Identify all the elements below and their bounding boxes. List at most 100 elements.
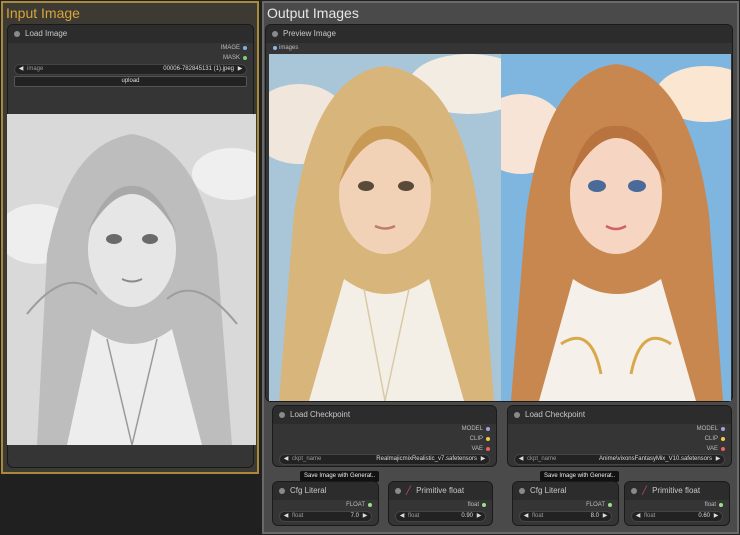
output-float[interactable]: float: [468, 500, 486, 510]
output-float[interactable]: float: [705, 500, 723, 510]
arrow-left-icon[interactable]: ◀: [521, 512, 531, 521]
output-image-anime[interactable]: [501, 54, 731, 401]
output-pin-icon[interactable]: [608, 503, 612, 507]
input-label: images: [279, 45, 299, 51]
load-checkpoint-node-1[interactable]: Load Checkpoint MODEL CLIP VAE ◀ ckpt_na…: [272, 405, 497, 467]
widget-value: 0.90: [461, 513, 473, 519]
output-float[interactable]: FLOAT: [346, 500, 372, 510]
node-header[interactable]: Cfg Literal: [273, 482, 378, 500]
arrow-left-icon[interactable]: ◀: [633, 512, 643, 521]
node-title: Load Checkpoint: [525, 410, 586, 419]
primitive-float-node-2[interactable]: ╱ Primitive float float ◀ float 0.60 ▶: [624, 481, 730, 526]
widget-name: ckpt_name: [527, 456, 557, 462]
group-title: Output Images: [267, 5, 359, 21]
node-title: Cfg Literal: [290, 486, 327, 495]
output-label: float: [467, 502, 479, 508]
output-mask[interactable]: MASK: [223, 53, 247, 63]
arrow-left-icon[interactable]: ◀: [397, 512, 407, 521]
output-label: MODEL: [696, 426, 718, 432]
widget-value: 0.60: [698, 513, 710, 519]
node-header[interactable]: ╱ Primitive float: [625, 482, 729, 500]
output-vae[interactable]: VAE: [706, 444, 725, 454]
image-combo[interactable]: ◀ image 00006-782845131 (1).jpeg ▶: [14, 64, 247, 75]
node-header[interactable]: Preview Image: [266, 25, 732, 43]
arrow-right-icon[interactable]: ▶: [600, 512, 610, 521]
output-pin-icon[interactable]: [721, 427, 725, 431]
collapse-dot-icon[interactable]: [514, 412, 520, 418]
collapse-dot-icon[interactable]: [631, 488, 637, 494]
output-pin-icon[interactable]: [719, 503, 723, 507]
ckpt-name-combo[interactable]: ◀ ckpt_name RealmajicmixRealistic_v7.saf…: [279, 454, 490, 465]
widget-name: float: [408, 513, 420, 519]
sketch-portrait-image: [7, 114, 256, 445]
output-label: VAE: [706, 446, 718, 452]
float-number-widget[interactable]: ◀ float 0.90 ▶: [395, 511, 486, 522]
arrow-left-icon[interactable]: ◀: [281, 455, 291, 464]
float-number-widget[interactable]: ◀ float 7.0 ▶: [279, 511, 372, 522]
node-header[interactable]: Cfg Literal: [513, 482, 618, 500]
primitive-float-node-1[interactable]: ╱ Primitive float float ◀ float 0.90 ▶: [388, 481, 493, 526]
arrow-left-icon[interactable]: ◀: [16, 65, 26, 74]
cfg-literal-node-2[interactable]: Cfg Literal FLOAT ◀ float 8.0 ▶: [512, 481, 619, 526]
output-pin-icon[interactable]: [482, 503, 486, 507]
output-pin-icon[interactable]: [243, 46, 247, 50]
arrow-right-icon[interactable]: ▶: [474, 512, 484, 521]
node-header[interactable]: Load Image: [8, 25, 253, 43]
magic-wand-icon: ╱: [406, 486, 411, 495]
collapse-dot-icon[interactable]: [395, 488, 401, 494]
load-image-node[interactable]: Load Image IMAGE MASK ◀ image 00006-7828…: [7, 24, 256, 468]
float-number-widget[interactable]: ◀ float 0.60 ▶: [631, 511, 723, 522]
output-pin-icon[interactable]: [486, 437, 490, 441]
widget-value: RealmajicmixRealistic_v7.safetensors: [376, 456, 477, 462]
magic-wand-icon: ╱: [642, 486, 647, 495]
arrow-right-icon[interactable]: ▶: [235, 65, 245, 74]
output-model[interactable]: MODEL: [697, 424, 725, 434]
output-clip[interactable]: CLIP: [470, 434, 490, 444]
node-header[interactable]: ╱ Primitive float: [389, 482, 492, 500]
collapse-dot-icon[interactable]: [279, 488, 285, 494]
node-header[interactable]: Load Checkpoint: [508, 406, 731, 424]
output-label: CLIP: [469, 436, 483, 442]
collapse-dot-icon[interactable]: [279, 412, 285, 418]
collapse-dot-icon[interactable]: [272, 31, 278, 37]
output-vae[interactable]: VAE: [471, 444, 490, 454]
ckpt-name-combo[interactable]: ◀ ckpt_name Anime\vixonsFantasyMix_V10.s…: [514, 454, 725, 465]
arrow-right-icon[interactable]: ▶: [711, 512, 721, 521]
output-pin-icon[interactable]: [243, 56, 247, 60]
float-number-widget[interactable]: ◀ float 8.0 ▶: [519, 511, 612, 522]
node-title: Primitive float: [652, 486, 701, 495]
widget-value: Anime\vixonsFantasyMix_V10.safetensors: [598, 456, 712, 462]
output-pin-icon[interactable]: [486, 447, 490, 451]
output-pin-icon[interactable]: [368, 503, 372, 507]
load-checkpoint-node-2[interactable]: Load Checkpoint MODEL CLIP VAE ◀ ckpt_na…: [507, 405, 732, 467]
output-clip[interactable]: CLIP: [705, 434, 725, 444]
arrow-left-icon[interactable]: ◀: [281, 512, 291, 521]
output-image-realistic[interactable]: [269, 54, 501, 401]
cfg-literal-node-1[interactable]: Cfg Literal FLOAT ◀ float 7.0 ▶: [272, 481, 379, 526]
output-model[interactable]: MODEL: [462, 424, 490, 434]
preview-image-node[interactable]: Preview Image images: [265, 24, 733, 402]
widget-name: ckpt_name: [292, 456, 322, 462]
widget-name: float: [644, 513, 656, 519]
arrow-right-icon[interactable]: ▶: [478, 455, 488, 464]
arrow-right-icon[interactable]: ▶: [360, 512, 370, 521]
arrow-left-icon[interactable]: ◀: [516, 455, 526, 464]
collapse-dot-icon[interactable]: [14, 31, 20, 37]
collapse-dot-icon[interactable]: [519, 488, 525, 494]
input-pin-icon[interactable]: [273, 46, 277, 50]
output-pin-icon[interactable]: [721, 437, 725, 441]
realistic-portrait-image: [269, 54, 501, 401]
node-header[interactable]: Load Checkpoint: [273, 406, 496, 424]
node-title: Load Checkpoint: [290, 410, 351, 419]
input-images[interactable]: images: [273, 45, 298, 51]
widget-name: float: [292, 513, 304, 519]
node-title: Load Image: [25, 29, 68, 38]
output-label: MASK: [222, 55, 240, 61]
output-image[interactable]: IMAGE: [221, 43, 247, 53]
output-float[interactable]: FLOAT: [586, 500, 612, 510]
upload-button[interactable]: upload: [14, 76, 247, 87]
widget-value: 00006-782845131 (1).jpeg: [163, 66, 234, 72]
output-pin-icon[interactable]: [486, 427, 490, 431]
arrow-right-icon[interactable]: ▶: [713, 455, 723, 464]
output-pin-icon[interactable]: [721, 447, 725, 451]
